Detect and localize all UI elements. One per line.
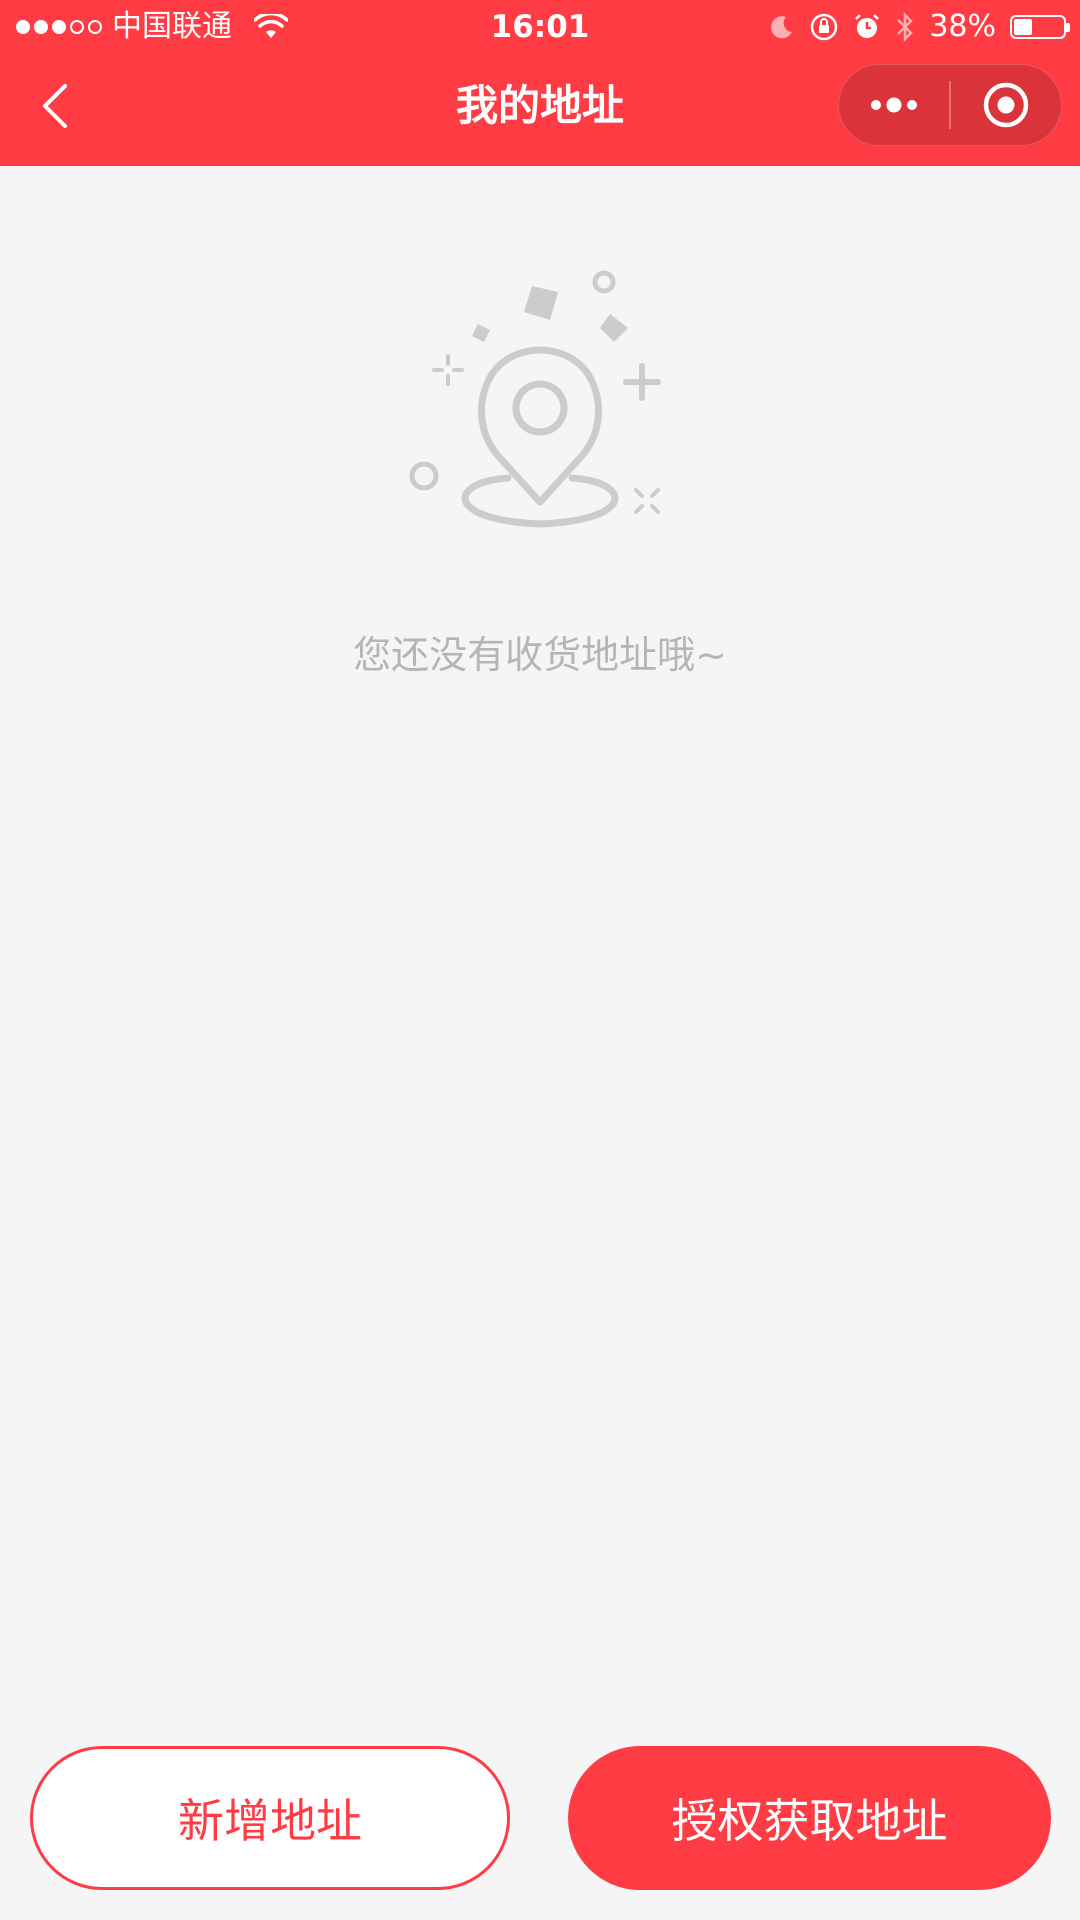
nav-bar: 我的地址 xyxy=(0,54,1080,166)
alarm-icon xyxy=(855,14,880,38)
mini-program-capsule xyxy=(838,64,1062,146)
battery-percent: 38% xyxy=(929,9,996,44)
status-bar: 中国联通 16:01 38% xyxy=(0,0,1080,54)
battery-icon xyxy=(1010,15,1070,39)
authorize-address-button[interactable]: 授权获取地址 xyxy=(568,1746,1051,1890)
empty-state-message: 您还没有收货地址哦~ xyxy=(353,633,727,677)
location-pin-icon xyxy=(409,270,661,528)
header: 中国联通 16:01 38% 我的地址 xyxy=(0,0,1080,166)
status-right: 38% xyxy=(769,0,1070,54)
target-circle-icon xyxy=(983,82,1029,128)
rotation-lock-icon xyxy=(811,13,838,41)
address-page: 中国联通 16:01 38% 我的地址 您还没有收货地址哦~ 新增地址 授权获取… xyxy=(0,0,1080,1920)
add-address-button[interactable]: 新增地址 xyxy=(30,1746,510,1890)
battery-fill xyxy=(1014,19,1033,35)
more-button[interactable] xyxy=(839,65,949,145)
bluetooth-icon xyxy=(897,11,914,43)
moon-icon xyxy=(771,16,793,39)
close-mini-program-button[interactable] xyxy=(951,65,1061,145)
more-dots-icon xyxy=(871,97,917,113)
